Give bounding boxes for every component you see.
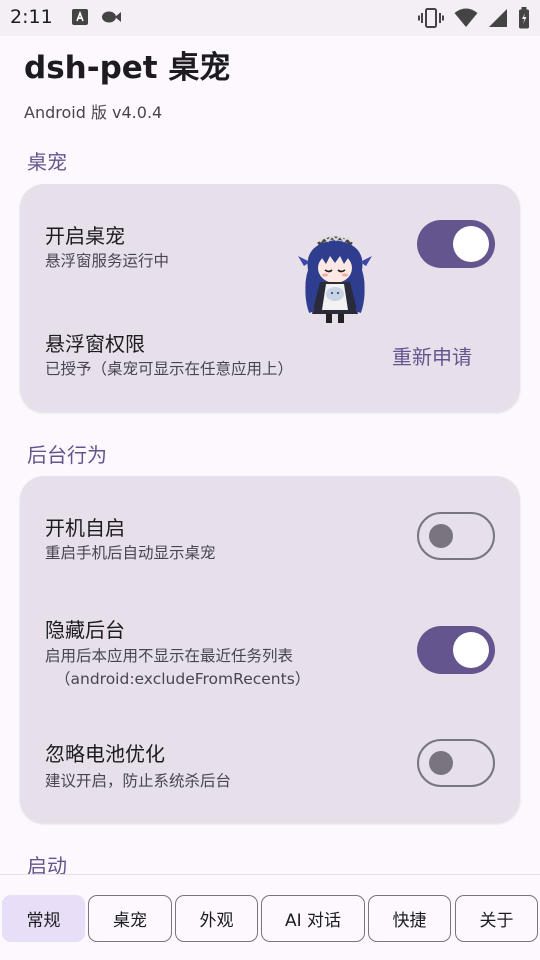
status-bar: 2:11 — [0, 0, 540, 36]
text-notification-icon — [72, 9, 88, 25]
section-title-pet: 桌宠 — [27, 150, 67, 174]
battery-optimization-title: 忽略电池优化 — [45, 742, 165, 766]
autostart-title: 开机自启 — [45, 516, 125, 540]
battery-optimization-subtitle: 建议开启，防止系统杀后台 — [45, 772, 232, 790]
status-notification-icons — [72, 9, 122, 25]
signal-icon — [488, 8, 508, 28]
switch-thumb — [429, 750, 453, 775]
hide-recents-switch[interactable] — [417, 626, 495, 674]
autostart-switch[interactable] — [417, 512, 495, 560]
app-title: dsh-pet 桌宠 — [24, 50, 231, 86]
hide-recents-subtitle-attr: （android:excludeFromRecents） — [55, 670, 311, 688]
app-version: Android 版 v4.0.4 — [24, 103, 163, 122]
section-title-background: 后台行为 — [27, 443, 107, 467]
switch-thumb — [453, 632, 489, 668]
tab-appearance[interactable]: 外观 — [175, 895, 258, 942]
enable-pet-switch[interactable] — [417, 220, 495, 268]
hide-recents-subtitle: 启用后本应用不显示在最近任务列表 — [45, 647, 294, 665]
switch-thumb — [429, 523, 453, 548]
switch-thumb — [453, 226, 489, 262]
vibrate-icon — [418, 8, 444, 28]
pet-notification-icon — [100, 10, 122, 24]
overlay-permission-subtitle: 已授予（桌宠可显示在任意应用上） — [45, 360, 294, 378]
status-time: 2:11 — [10, 6, 53, 28]
status-system-icons — [418, 7, 530, 29]
tab-pet[interactable]: 桌宠 — [88, 895, 172, 942]
battery-optimization-switch[interactable] — [417, 739, 495, 787]
enable-pet-subtitle: 悬浮窗服务运行中 — [45, 252, 170, 270]
tab-general[interactable]: 常规 — [2, 895, 85, 942]
reapply-permission-button[interactable]: 重新申请 — [392, 341, 472, 370]
pet-settings-card: 开启桌宠 悬浮窗服务运行中 悬浮窗权限 已授予（桌宠可显示在任意应用上） 重新申… — [20, 184, 520, 412]
enable-pet-title: 开启桌宠 — [45, 224, 125, 248]
hide-recents-title: 隐藏后台 — [45, 618, 125, 642]
tab-ai-chat[interactable]: AI 对话 — [261, 895, 365, 942]
battery-icon — [518, 7, 530, 29]
wifi-icon — [454, 8, 478, 28]
bottom-tab-bar: 常规 桌宠 外观 AI 对话 快捷 关于 — [0, 874, 540, 960]
autostart-subtitle: 重启手机后自动显示桌宠 — [45, 544, 216, 562]
desktop-pet-sprite[interactable] — [294, 230, 376, 326]
tab-about[interactable]: 关于 — [455, 895, 538, 942]
overlay-permission-title: 悬浮窗权限 — [45, 332, 145, 356]
background-settings-card: 开机自启 重启手机后自动显示桌宠 隐藏后台 启用后本应用不显示在最近任务列表 （… — [20, 476, 520, 823]
tab-shortcuts[interactable]: 快捷 — [368, 895, 451, 942]
